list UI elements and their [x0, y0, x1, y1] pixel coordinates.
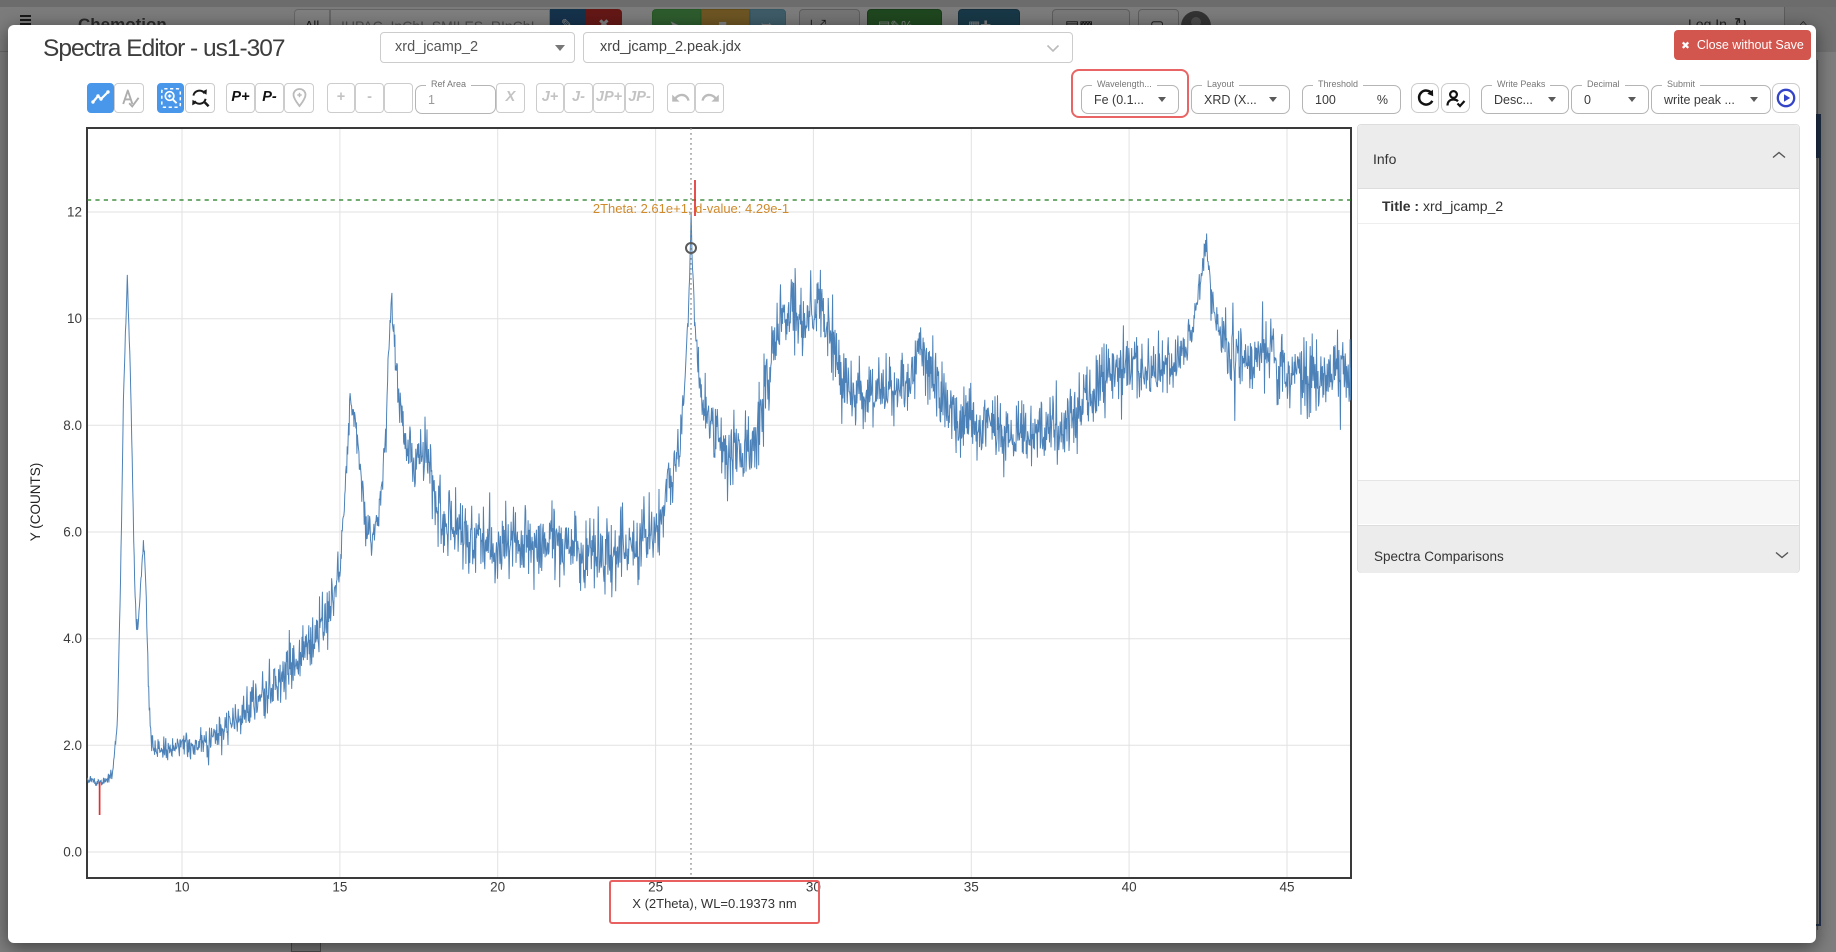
- svg-text:2Theta: 2.61e+1, d-value: 4.29: 2Theta: 2.61e+1, d-value: 4.29e-1: [593, 201, 789, 216]
- svg-text:8.0: 8.0: [63, 418, 82, 433]
- svg-text:4.0: 4.0: [63, 631, 82, 646]
- svg-text:2.0: 2.0: [63, 738, 82, 753]
- svg-text:10: 10: [67, 311, 82, 326]
- svg-text:0.0: 0.0: [63, 845, 82, 860]
- svg-text:Y (COUNTS): Y (COUNTS): [28, 463, 43, 542]
- svg-text:20: 20: [490, 880, 505, 895]
- svg-text:6.0: 6.0: [63, 525, 82, 540]
- svg-text:40: 40: [1122, 880, 1137, 895]
- svg-text:12: 12: [67, 205, 82, 220]
- svg-text:15: 15: [332, 880, 347, 895]
- svg-text:10: 10: [174, 880, 189, 895]
- svg-text:45: 45: [1279, 880, 1294, 895]
- svg-text:35: 35: [964, 880, 979, 895]
